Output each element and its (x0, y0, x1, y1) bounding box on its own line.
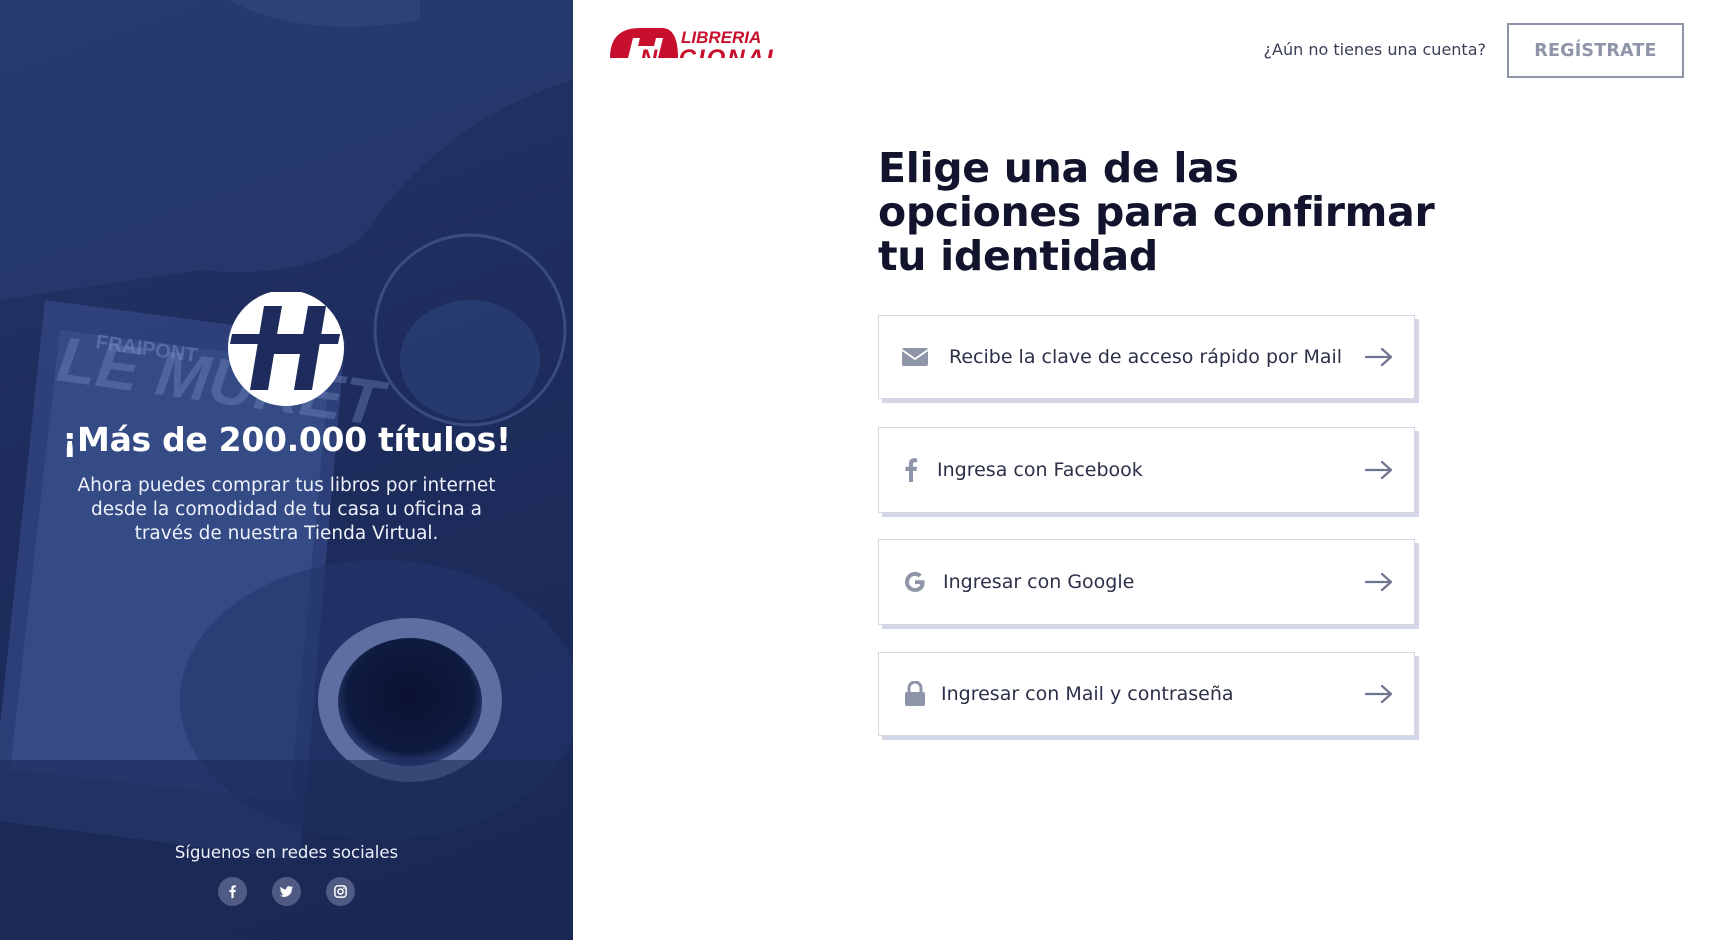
identity-options: Recibe la clave de acceso rápido por Mai… (878, 315, 1415, 764)
arrow-right-icon (1364, 347, 1393, 367)
option-mail-quick-access[interactable]: Recibe la clave de acceso rápido por Mai… (878, 315, 1415, 399)
arrow-right-icon (1364, 572, 1393, 592)
register-button[interactable]: REGÍSTRATE (1507, 23, 1684, 78)
option-facebook-login[interactable]: Ingresa con Facebook (878, 427, 1415, 513)
option-label: Ingresa con Facebook (937, 459, 1143, 481)
promo-panel: FRAIPONT LE MURET ¡Más de 200.000 título… (0, 0, 573, 940)
instagram-icon (334, 885, 347, 898)
instagram-link[interactable] (326, 877, 355, 906)
social-heading: Síguenos en redes sociales (174, 843, 399, 862)
mail-icon (901, 343, 929, 371)
promo-description: Ahora puedes comprar tus libros por inte… (77, 475, 496, 544)
option-label: Recibe la clave de acceso rápido por Mai… (949, 346, 1343, 368)
twitter-link[interactable] (272, 877, 301, 906)
arrow-right-icon (1364, 684, 1393, 704)
lock-icon (901, 680, 929, 708)
social-links (0, 877, 573, 906)
twitter-icon (279, 886, 294, 897)
option-mail-password-login[interactable]: Ingresar con Mail y contraseña (878, 652, 1415, 736)
no-account-prompt: ¿Aún no tienes una cuenta? (1263, 40, 1486, 59)
arrow-right-icon (1364, 460, 1393, 480)
google-icon (901, 568, 929, 596)
option-google-login[interactable]: Ingresar con Google (878, 539, 1415, 625)
promo-headline: ¡Más de 200.000 títulos! (62, 420, 511, 459)
page-title: Elige una de las opciones para confirmar… (878, 144, 1435, 280)
brand-mark-icon (228, 292, 344, 406)
facebook-icon (229, 885, 236, 899)
option-label: Ingresar con Google (943, 571, 1135, 593)
libreria-nacional-logo[interactable]: LIBRERIA NACIONAL (606, 24, 856, 58)
option-label: Ingresar con Mail y contraseña (941, 683, 1234, 705)
logo-text-bottom: NACIONAL (640, 45, 783, 58)
facebook-icon (897, 456, 925, 484)
facebook-link[interactable] (218, 877, 247, 906)
